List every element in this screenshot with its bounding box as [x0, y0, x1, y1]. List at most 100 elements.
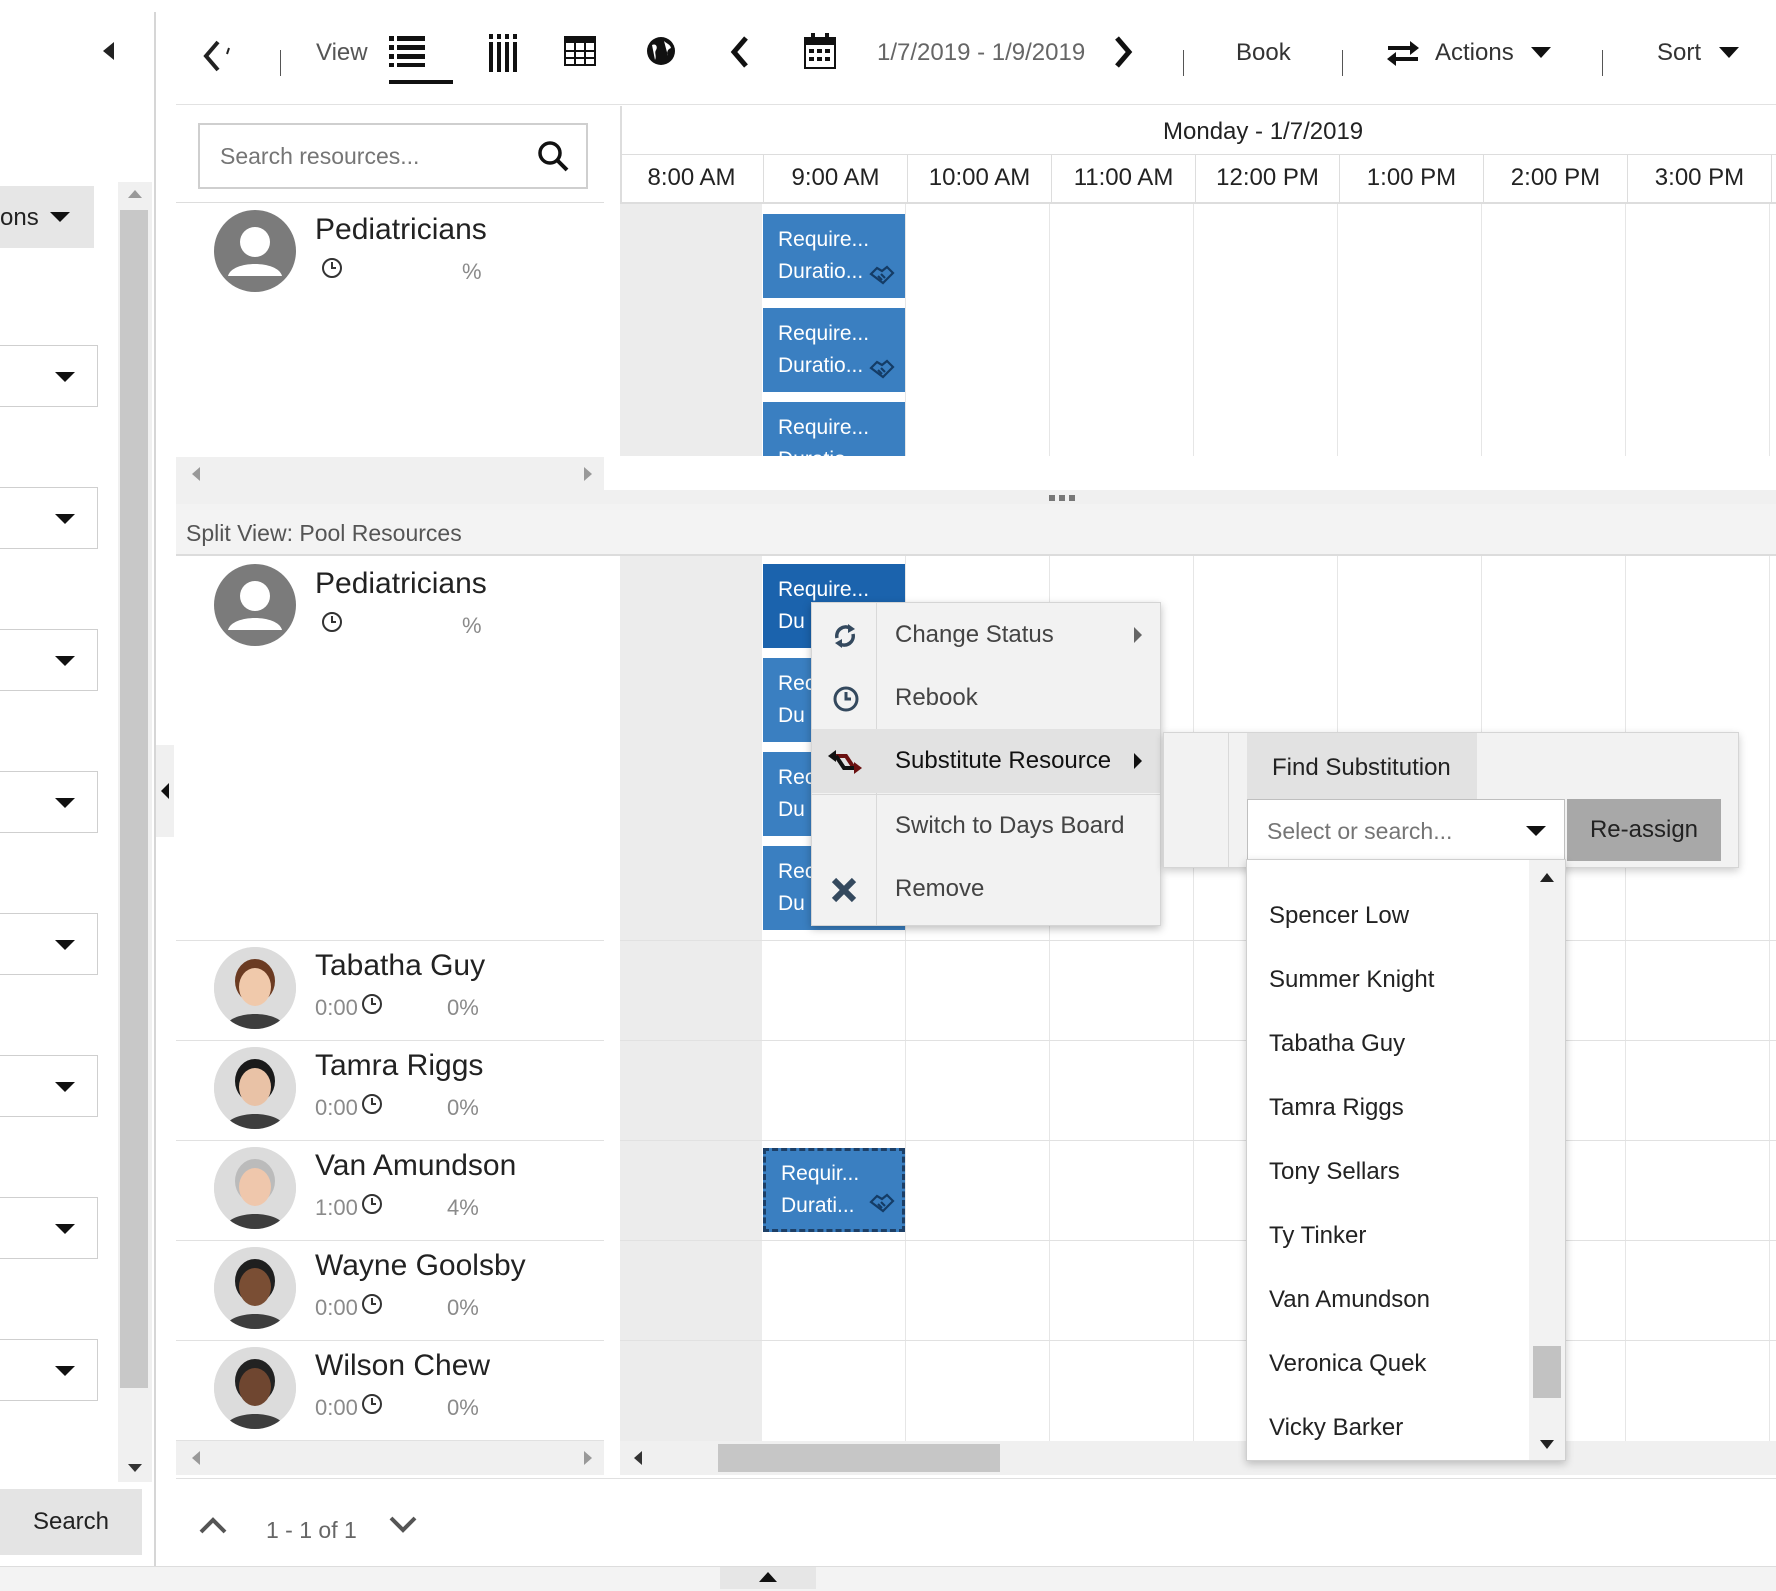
booked-hours: 0:00	[315, 1095, 358, 1120]
search-button[interactable]: Search	[0, 1489, 142, 1555]
vertical-view-icon[interactable]	[489, 34, 519, 72]
chevron-down-icon[interactable]	[1531, 47, 1551, 58]
next-range-icon[interactable]	[1111, 34, 1135, 70]
booking-block[interactable]: Require... Duratio...	[763, 402, 905, 456]
dropdown-option[interactable]: Veronica Quek	[1269, 1350, 1426, 1378]
scroll-up-icon[interactable]	[127, 188, 143, 200]
dropdown-option[interactable]: Vicky Barker	[1269, 1414, 1403, 1442]
booking-block[interactable]: Require... Duratio...	[763, 214, 905, 298]
filter-dropdown[interactable]	[0, 629, 98, 691]
scroll-right-icon[interactable]	[582, 466, 594, 482]
chevron-down-icon[interactable]	[1719, 47, 1739, 58]
chevron-down-icon[interactable]	[388, 1515, 418, 1535]
hour-header: 9:00 AM	[764, 154, 908, 202]
scroll-down-icon[interactable]	[1539, 1438, 1555, 1450]
collapse-pane-icon[interactable]	[100, 40, 116, 62]
book-button[interactable]: Book	[1236, 39, 1291, 67]
resource-name[interactable]: Tamra Riggs	[315, 1049, 483, 1083]
expand-up-icon[interactable]	[758, 1571, 778, 1583]
collapse-handle[interactable]	[156, 745, 174, 837]
resource-name[interactable]: Pediatricians	[315, 213, 487, 247]
resource-row[interactable]: Van Amundson 1:00 4%	[176, 1141, 604, 1241]
selected-booking-block[interactable]: Requir... Durati...	[763, 1148, 905, 1232]
scrollbar-thumb[interactable]	[1533, 1346, 1561, 1398]
menu-item-rebook[interactable]: Rebook	[812, 667, 1160, 730]
avatar	[214, 210, 296, 292]
calendar-icon[interactable]	[804, 33, 836, 69]
horizontal-scrollbar[interactable]	[176, 1441, 604, 1475]
dropdown-option[interactable]: Summer Knight	[1269, 966, 1434, 994]
dropdown-option[interactable]: Ty Tinker	[1269, 1222, 1366, 1250]
scroll-right-icon[interactable]	[582, 1450, 594, 1466]
filter-dropdown[interactable]	[0, 913, 98, 975]
split-view-splitter[interactable]	[176, 490, 1776, 504]
dropdown-option[interactable]: Van Amundson	[1269, 1286, 1430, 1314]
expand-bottom-panel[interactable]	[720, 1567, 816, 1589]
substitute-select[interactable]	[1247, 799, 1565, 861]
scrollbar-thumb[interactable]	[718, 1444, 1000, 1472]
reassign-button[interactable]: Re-assign	[1567, 799, 1721, 861]
resource-name[interactable]: Wilson Chew	[315, 1349, 490, 1383]
booking-duration: Duratio...	[778, 444, 905, 456]
handshake-icon	[869, 265, 895, 285]
drag-handle-icon[interactable]	[1048, 495, 1076, 501]
substitute-search-input[interactable]	[1265, 814, 1509, 848]
filter-scrollbar[interactable]	[118, 182, 152, 1482]
clock-icon	[321, 611, 343, 633]
search-input[interactable]	[218, 139, 522, 173]
sort-button[interactable]: Sort	[1657, 39, 1701, 67]
horizontal-scrollbar[interactable]	[176, 457, 604, 491]
filter-dropdown[interactable]	[0, 771, 98, 833]
filter-dropdown[interactable]	[0, 1055, 98, 1117]
toolbar: View 1/7/2019 - 1/9/2019 Book Actions So…	[176, 12, 1776, 105]
scroll-left-icon[interactable]	[632, 1450, 644, 1466]
resource-name[interactable]: Wayne Goolsby	[315, 1249, 526, 1283]
horizontal-scrollbar[interactable]	[620, 1441, 1776, 1475]
pagination-text: 1 - 1 of 1	[266, 1517, 357, 1543]
dropdown-option[interactable]: Spencer Low	[1269, 902, 1409, 930]
dropdown-option[interactable]: Tamra Riggs	[1269, 1094, 1404, 1122]
menu-item-substitute-resource[interactable]: Substitute Resource	[812, 730, 1160, 793]
resource-row[interactable]: Tamra Riggs 0:00 0%	[176, 1041, 604, 1141]
scrollbar-thumb[interactable]	[120, 210, 148, 1388]
collapse-left-icon[interactable]	[159, 782, 171, 800]
resource-name[interactable]: Pediatricians	[315, 567, 487, 601]
filter-dropdown[interactable]	[0, 1339, 98, 1401]
search-icon[interactable]	[536, 139, 570, 173]
hour-header: 2:00 PM	[1484, 154, 1628, 202]
hour-header: 1:00 PM	[1340, 154, 1484, 202]
scroll-up-icon[interactable]	[1539, 872, 1555, 884]
menu-item-switch-to-days-board[interactable]: Switch to Days Board	[812, 795, 1160, 858]
scroll-left-icon[interactable]	[190, 1450, 202, 1466]
resource-row[interactable]: Wilson Chew 0:00 0%	[176, 1341, 604, 1441]
scroll-left-icon[interactable]	[190, 466, 202, 482]
date-range[interactable]: 1/7/2019 - 1/9/2019	[877, 39, 1085, 67]
list-view-icon[interactable]	[389, 34, 427, 68]
resource-name[interactable]: Tabatha Guy	[315, 949, 485, 983]
dropdown-scrollbar[interactable]	[1529, 860, 1565, 1460]
previous-range-icon[interactable]	[728, 34, 752, 70]
grid-view-icon[interactable]	[564, 36, 596, 66]
actions-button[interactable]: Actions	[1435, 39, 1514, 67]
date-header: Monday - 1/7/2019	[1163, 118, 1364, 145]
booking-block[interactable]: Require... Duratio...	[763, 308, 905, 392]
filter-dropdown[interactable]	[0, 1197, 98, 1259]
context-menu: Change Status Rebook Substitute Resource…	[811, 602, 1161, 926]
filter-options-button[interactable]: ons	[0, 186, 94, 248]
filter-dropdown[interactable]	[0, 345, 98, 407]
search-resources-field[interactable]	[198, 123, 588, 189]
back-icon[interactable]	[196, 36, 236, 76]
resource-name[interactable]: Van Amundson	[315, 1149, 516, 1183]
chevron-up-icon[interactable]	[198, 1515, 228, 1535]
filter-dropdown[interactable]	[0, 487, 98, 549]
resource-row[interactable]: Tabatha Guy 0:00 0%	[176, 941, 604, 1041]
chevron-down-icon[interactable]	[1526, 826, 1546, 836]
resource-row[interactable]: Wayne Goolsby 0:00 0%	[176, 1241, 604, 1341]
tab-find-substitution[interactable]: Find Substitution	[1247, 733, 1477, 799]
dropdown-option[interactable]: Tabatha Guy	[1269, 1030, 1405, 1058]
scroll-down-icon[interactable]	[127, 1462, 143, 1474]
menu-item-change-status[interactable]: Change Status	[812, 604, 1160, 667]
menu-item-remove[interactable]: Remove	[812, 858, 1160, 921]
map-view-icon[interactable]	[646, 36, 676, 66]
dropdown-option[interactable]: Tony Sellars	[1269, 1158, 1400, 1186]
